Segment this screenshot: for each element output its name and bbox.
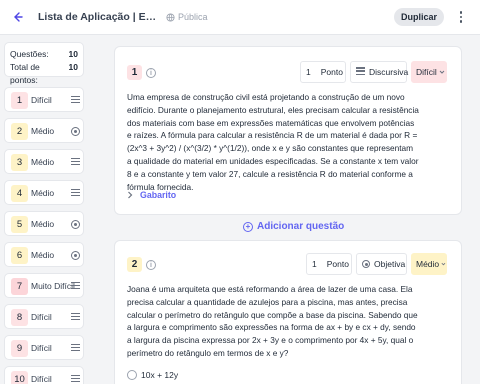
text-lines-icon xyxy=(71,344,80,353)
chevron-right-icon xyxy=(128,191,133,199)
question-nav-item[interactable]: 9 Difícil xyxy=(4,335,84,360)
question-nav-difficulty: Difícil xyxy=(31,312,52,322)
question-card-1: 1 i 1 Ponto Discursiva Difícil Uma empre… xyxy=(114,46,462,215)
question-nav-difficulty: Médio xyxy=(31,188,55,198)
question-nav-item[interactable]: 1 Difícil xyxy=(4,87,84,112)
points-label: Ponto xyxy=(320,67,343,77)
question-nav-difficulty: Difícil xyxy=(31,374,52,384)
total-points-label: Total de pontos: xyxy=(10,62,40,85)
question-nav-item[interactable]: 8 Difícil xyxy=(4,304,84,329)
points-field[interactable]: 1 Ponto xyxy=(300,61,346,83)
question-nav-difficulty: Médio xyxy=(31,157,55,167)
text-lines-icon xyxy=(71,96,80,105)
add-question-button[interactable]: + Adicionar questão xyxy=(243,221,344,232)
info-icon[interactable]: i xyxy=(146,260,156,270)
summary-panel: Questões: 10 Total de pontos: 10 xyxy=(4,42,84,85)
visibility-indicator: Pública xyxy=(166,12,208,22)
arrow-left-icon[interactable] xyxy=(9,9,25,25)
question-nav-difficulty: Médio xyxy=(31,126,55,136)
question-nav-number: 10 xyxy=(11,371,28,384)
question-nav-item[interactable]: 3 Médio xyxy=(4,149,84,174)
text-lines-icon xyxy=(71,282,80,291)
text-lines-icon xyxy=(71,158,80,167)
question-nav-number: 7 xyxy=(11,278,28,295)
question-nav-item[interactable]: 6 Médio xyxy=(4,242,84,267)
question-nav-item[interactable]: 4 Médio xyxy=(4,180,84,205)
question-nav-difficulty: Difícil xyxy=(31,95,52,105)
add-question-label: Adicionar questão xyxy=(257,221,345,232)
answer-key-label: Gabarito xyxy=(140,190,177,200)
points-value: 1 xyxy=(312,259,317,269)
top-bar: Lista de Aplicação | Expressões Algébric… xyxy=(0,0,480,35)
question-type-select[interactable]: Objetiva xyxy=(356,253,407,275)
points-field[interactable]: 1 Ponto xyxy=(306,253,352,275)
question-nav-number: 9 xyxy=(11,340,28,357)
plus-icon: + xyxy=(243,221,253,232)
question-type-label: Discursiva xyxy=(369,67,409,77)
question-card-2: 2 i 1 Ponto Objetiva Médio Joana é uma a… xyxy=(114,240,462,384)
text-lines-icon xyxy=(71,375,80,384)
radio-icon xyxy=(127,370,137,380)
questions-count-label: Questões: xyxy=(10,49,49,59)
question-text: Joana é uma arquiteta que está reformand… xyxy=(127,284,418,358)
page-title: Lista de Aplicação | Expressões Algébric… xyxy=(38,11,158,23)
question-nav-item[interactable]: 2 Médio xyxy=(4,118,84,143)
visibility-label: Pública xyxy=(178,12,208,22)
question-nav-number: 1 xyxy=(11,92,28,109)
question-nav-number: 6 xyxy=(11,247,28,264)
question-type-label: Objetiva xyxy=(374,259,406,269)
difficulty-label: Difícil xyxy=(416,67,437,77)
question-nav-number: 3 xyxy=(11,154,28,171)
text-lines-icon xyxy=(71,189,80,198)
questions-count-value: 10 xyxy=(68,49,78,59)
question-nav-number: 2 xyxy=(11,123,28,140)
question-nav-difficulty: Muito Difícil xyxy=(31,281,75,291)
total-points-value: 10 xyxy=(68,62,78,72)
text-lines-icon xyxy=(356,67,365,76)
question-nav-difficulty: Médio xyxy=(31,250,55,260)
globe-icon xyxy=(166,12,175,22)
points-label: Ponto xyxy=(326,259,349,269)
chevron-down-icon xyxy=(439,70,445,74)
question-nav-item[interactable]: 7 Muito Difícil xyxy=(4,273,84,298)
question-nav-number: 4 xyxy=(11,185,28,202)
answer-option[interactable]: 10x + 12y xyxy=(127,370,178,380)
answer-option-label: 10x + 12y xyxy=(141,370,179,380)
radio-icon xyxy=(362,260,370,268)
question-text: Uma empresa de construção civil está pro… xyxy=(127,92,419,192)
radio-icon xyxy=(71,127,80,136)
question-nav-difficulty: Médio xyxy=(31,219,55,229)
question-nav-item[interactable]: 10 Difícil xyxy=(4,366,84,384)
difficulty-select[interactable]: Difícil xyxy=(411,61,447,83)
answer-key-toggle[interactable]: Gabarito xyxy=(127,190,176,200)
question-nav-number: 8 xyxy=(11,309,28,326)
text-lines-icon xyxy=(71,313,80,322)
question-nav-number: 5 xyxy=(11,216,28,233)
question-number: 1 xyxy=(127,65,142,80)
points-value: 1 xyxy=(306,67,311,77)
difficulty-label: Médio xyxy=(416,259,440,269)
chevron-down-icon xyxy=(441,262,446,266)
question-type-select[interactable]: Discursiva xyxy=(350,61,409,83)
question-number: 2 xyxy=(127,257,142,272)
duplicate-button[interactable]: Duplicar xyxy=(394,8,444,26)
question-nav-difficulty: Difícil xyxy=(31,343,52,353)
kebab-icon[interactable] xyxy=(454,9,468,25)
question-nav-item[interactable]: 5 Médio xyxy=(4,211,84,236)
difficulty-select[interactable]: Médio xyxy=(411,253,447,275)
radio-icon xyxy=(71,251,80,260)
info-icon[interactable]: i xyxy=(146,68,156,78)
radio-icon xyxy=(71,220,80,229)
